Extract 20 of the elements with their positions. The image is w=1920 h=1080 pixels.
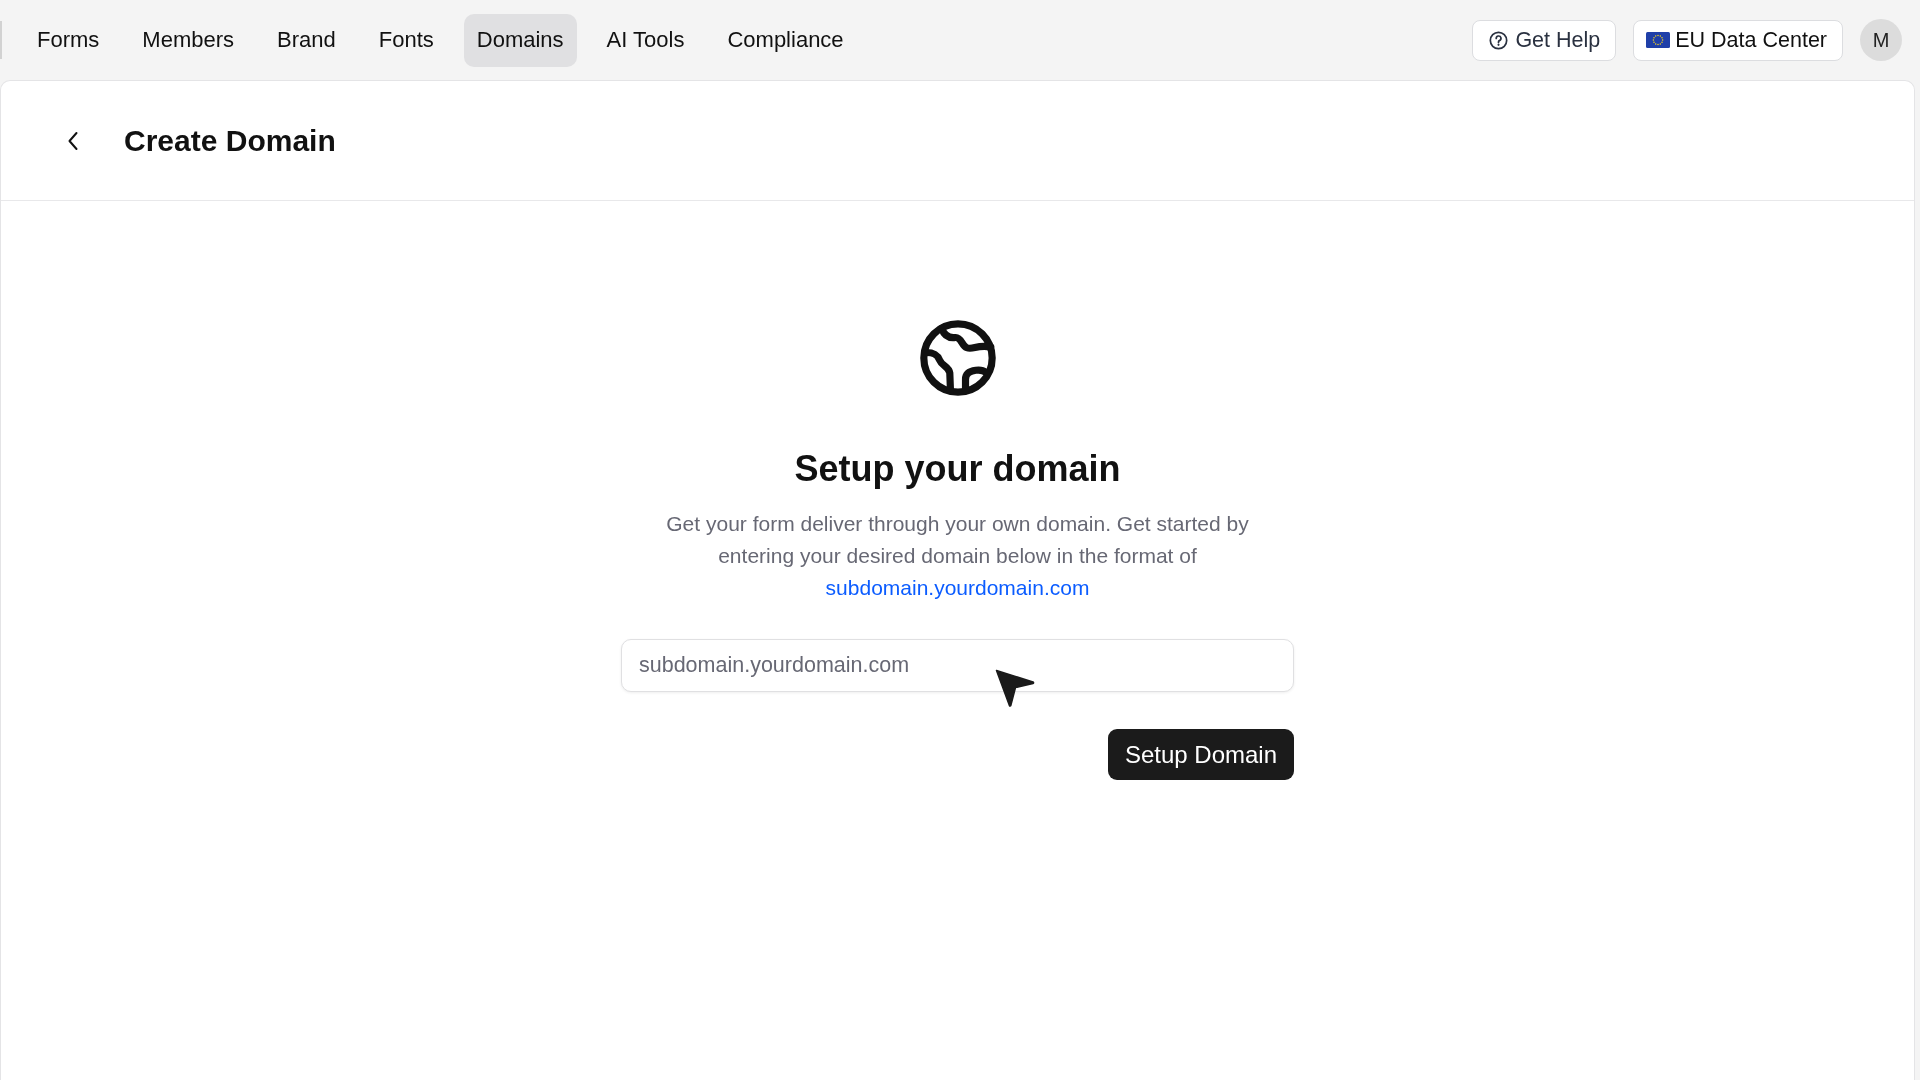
flag-icon [1646, 32, 1671, 48]
question-icon [1489, 30, 1509, 50]
setup-button[interactable]: Setup Domain [1107, 729, 1294, 780]
nav-tab[interactable]: Compliance [714, 13, 857, 67]
chevron-left-icon [67, 130, 79, 151]
avatar[interactable]: M [1860, 19, 1902, 61]
cursor-icon [995, 669, 1035, 707]
help-button[interactable]: Get Help [1472, 19, 1617, 61]
domain-input[interactable]: subdomain.yourdomain.com [621, 639, 1294, 692]
nav-tab[interactable]: Members [129, 13, 247, 67]
nav-tab[interactable]: Brand [264, 13, 349, 67]
nav-tab[interactable]: AI Tools [593, 13, 698, 67]
page-title: Create Domain [124, 123, 336, 158]
format-link[interactable]: subdomain.yourdomain.com [825, 576, 1090, 599]
nav-tab[interactable]: Forms [24, 13, 113, 67]
setup-heading: Setup your domain [794, 447, 1121, 491]
setup-description: Get your form deliver through your own domain. Get started by entering your desired domain below in the format of subdomain.yourdomain.com [665, 511, 1250, 601]
region-button[interactable]: EU Data Center [1633, 19, 1843, 61]
nav-tab[interactable]: Fonts [365, 13, 447, 67]
nav-tab[interactable]: Domains [463, 13, 577, 67]
